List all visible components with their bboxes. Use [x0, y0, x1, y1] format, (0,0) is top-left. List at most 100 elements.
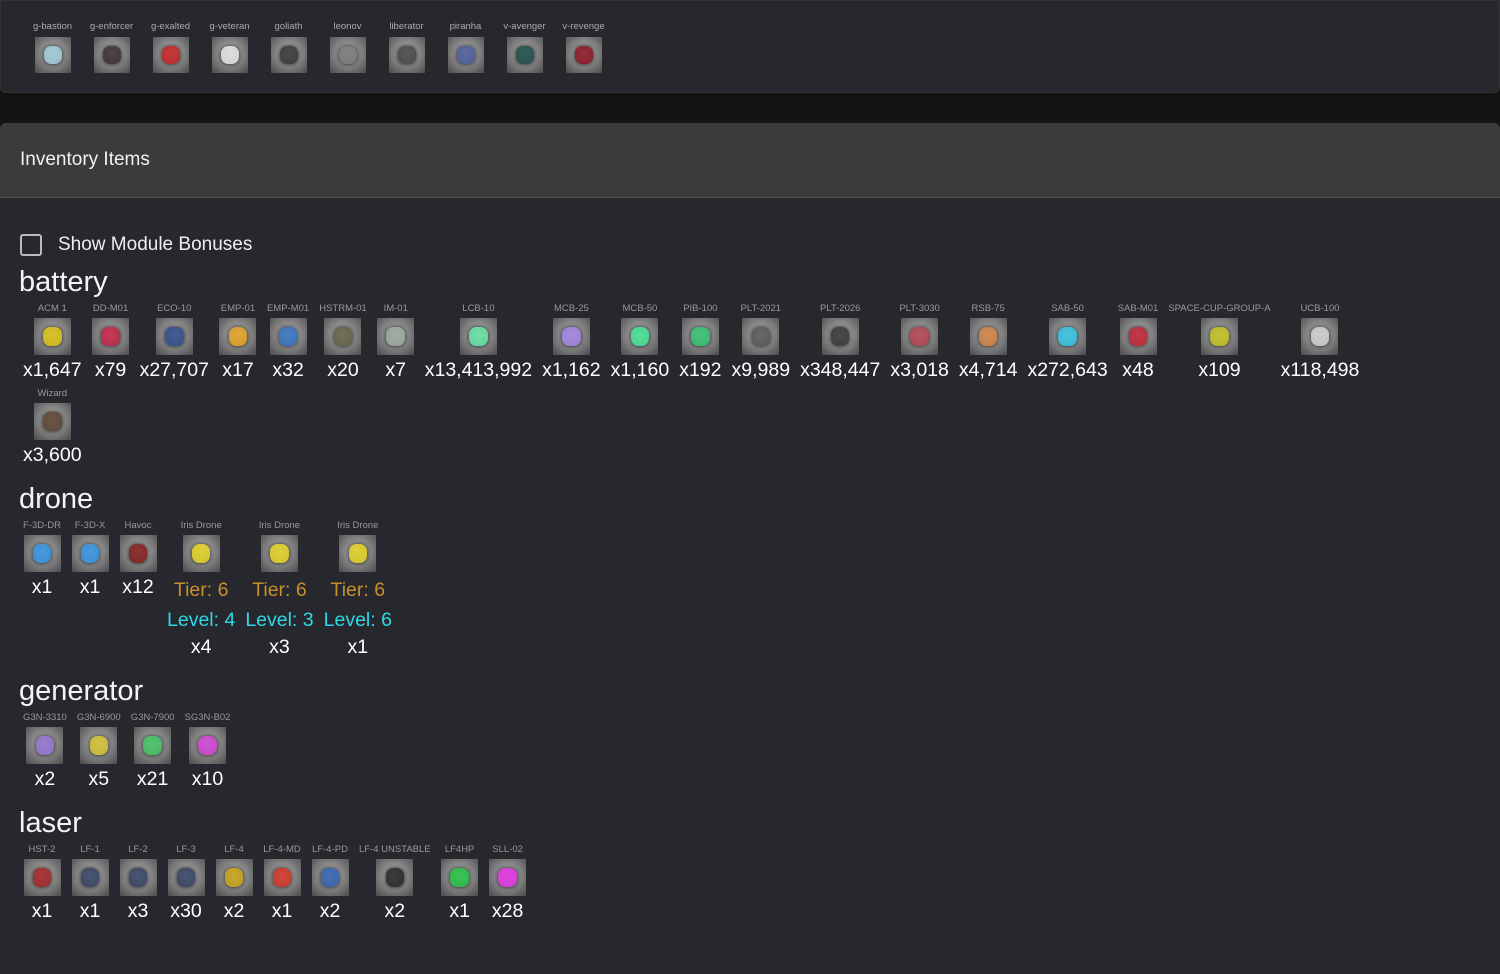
item-icon[interactable]: [155, 318, 193, 355]
item-icon[interactable]: [33, 403, 71, 440]
inventory-item[interactable]: LF-4 x2: [210, 844, 258, 923]
ship-item-liberator[interactable]: liberator: [377, 21, 436, 92]
checkbox-box[interactable]: [20, 234, 42, 256]
ship-icon[interactable]: [506, 37, 543, 73]
item-icon[interactable]: [681, 318, 719, 355]
item-icon[interactable]: [189, 727, 226, 764]
item-icon[interactable]: [215, 859, 253, 896]
inventory-item[interactable]: PLT-3030 x3,018: [885, 303, 954, 382]
item-icon[interactable]: [552, 318, 590, 355]
ship-item-g-exalted[interactable]: g-exalted: [141, 21, 200, 92]
item-icon[interactable]: [219, 318, 257, 355]
item-icon[interactable]: [260, 535, 298, 572]
item-icon[interactable]: [621, 318, 659, 355]
item-icon[interactable]: [119, 859, 157, 896]
item-icon[interactable]: [311, 859, 349, 896]
ship-item-v-revenge[interactable]: v-revenge: [554, 21, 613, 92]
inventory-item[interactable]: LF-4-PD x2: [306, 844, 354, 923]
item-icon[interactable]: [80, 727, 118, 764]
ship-icon[interactable]: [447, 37, 484, 73]
inventory-item[interactable]: RSB-75 x4,714: [954, 303, 1023, 382]
inventory-item[interactable]: F-3D-X x1: [66, 520, 114, 659]
item-icon[interactable]: [821, 318, 859, 355]
inventory-item[interactable]: SAB-M01 x48: [1113, 303, 1164, 382]
inventory-item[interactable]: ACM 1 x1,647: [18, 303, 87, 382]
inventory-item[interactable]: G3N-3310 x2: [18, 712, 72, 791]
ship-icon[interactable]: [270, 37, 307, 73]
inventory-item[interactable]: LF4HP x1: [436, 844, 484, 923]
item-icon[interactable]: [23, 535, 61, 572]
item-icon[interactable]: [1119, 318, 1157, 355]
inventory-item[interactable]: SAB-50 x272,643: [1022, 303, 1112, 382]
ship-item-piranha[interactable]: piranha: [436, 21, 495, 92]
show-module-bonuses-checkbox[interactable]: Show Module Bonuses: [20, 234, 1500, 256]
item-icon[interactable]: [742, 318, 780, 355]
item-icon[interactable]: [324, 318, 362, 355]
inventory-item[interactable]: EMP-M01 x32: [262, 303, 314, 382]
item-icon[interactable]: [263, 859, 301, 896]
ship-item-g-veteran[interactable]: g-veteran: [200, 21, 259, 92]
inventory-item[interactable]: IM-01 x7: [372, 303, 420, 382]
item-icon[interactable]: [182, 535, 220, 572]
item-icon[interactable]: [33, 318, 71, 355]
item-icon[interactable]: [269, 318, 307, 355]
ship-icon[interactable]: [152, 37, 189, 73]
item-icon[interactable]: [339, 535, 377, 572]
item-icon[interactable]: [376, 859, 414, 896]
inventory-item[interactable]: MCB-50 x1,160: [606, 303, 675, 382]
inventory-item[interactable]: HSTRM-01 x20: [314, 303, 372, 382]
inventory-item[interactable]: F-3D-DR x1: [18, 520, 66, 659]
ship-item-leonov[interactable]: leonov: [318, 21, 377, 92]
ship-icon[interactable]: [93, 37, 130, 73]
inventory-item[interactable]: LF-4-MD x1: [258, 844, 306, 923]
item-icon[interactable]: [134, 727, 172, 764]
ship-item-g-enforcer[interactable]: g-enforcer: [82, 21, 141, 92]
inventory-item[interactable]: SPACE-CUP-GROUP-A x109: [1163, 303, 1275, 382]
item-icon[interactable]: [1301, 318, 1339, 355]
inventory-item[interactable]: PLT-2021 x9,989: [727, 303, 796, 382]
item-icon[interactable]: [92, 318, 130, 355]
item-icon[interactable]: [119, 535, 157, 572]
inventory-item[interactable]: PLT-2026 x348,447: [795, 303, 885, 382]
inventory-item[interactable]: G3N-6900 x5: [72, 712, 126, 791]
item-icon[interactable]: [23, 859, 61, 896]
inventory-item[interactable]: HST-2 x1: [18, 844, 66, 923]
inventory-item[interactable]: G3N-7900 x21: [126, 712, 180, 791]
ship-item-goliath[interactable]: goliath: [259, 21, 318, 92]
inventory-item[interactable]: Havoc x12: [114, 520, 162, 659]
item-icon[interactable]: [441, 859, 479, 896]
inventory-item[interactable]: LCB-10 x13,413,992: [420, 303, 537, 382]
ship-icon[interactable]: [34, 37, 71, 73]
inventory-item[interactable]: Iris Drone Tier: 6 Level: 4 x4: [162, 520, 240, 659]
item-icon[interactable]: [71, 859, 109, 896]
inventory-item[interactable]: LF-2 x3: [114, 844, 162, 923]
inventory-item[interactable]: Iris Drone Tier: 6 Level: 6 x1: [319, 520, 397, 659]
item-icon[interactable]: [167, 859, 205, 896]
ship-icon[interactable]: [565, 37, 602, 73]
inventory-item[interactable]: LF-3 x30: [162, 844, 210, 923]
ship-icon[interactable]: [211, 37, 248, 73]
ship-item-g-bastion[interactable]: g-bastion: [23, 21, 82, 92]
item-icon[interactable]: [489, 859, 527, 896]
item-icon[interactable]: [901, 318, 939, 355]
item-icon[interactable]: [26, 727, 64, 764]
item-icon[interactable]: [71, 535, 109, 572]
inventory-item[interactable]: LF-1 x1: [66, 844, 114, 923]
ship-icon[interactable]: [329, 37, 366, 73]
item-icon[interactable]: [1200, 318, 1238, 355]
inventory-item[interactable]: ECO-10 x27,707: [135, 303, 214, 382]
inventory-item[interactable]: PIB-100 x192: [674, 303, 726, 382]
item-icon[interactable]: [377, 318, 415, 355]
item-icon[interactable]: [1049, 318, 1087, 355]
inventory-item[interactable]: MCB-25 x1,162: [537, 303, 606, 382]
inventory-item[interactable]: Wizard x3,600: [18, 388, 87, 467]
inventory-item[interactable]: Iris Drone Tier: 6 Level: 3 x3: [240, 520, 318, 659]
ship-icon[interactable]: [388, 37, 425, 73]
item-icon[interactable]: [969, 318, 1007, 355]
inventory-item[interactable]: LF-4 UNSTABLE x2: [354, 844, 436, 923]
ship-item-v-avenger[interactable]: v-avenger: [495, 21, 554, 92]
inventory-item[interactable]: SG3N-B02 x10: [180, 712, 236, 791]
inventory-item[interactable]: EMP-01 x17: [214, 303, 262, 382]
item-icon[interactable]: [459, 318, 497, 355]
inventory-item[interactable]: UCB-100 x118,498: [1276, 303, 1365, 382]
